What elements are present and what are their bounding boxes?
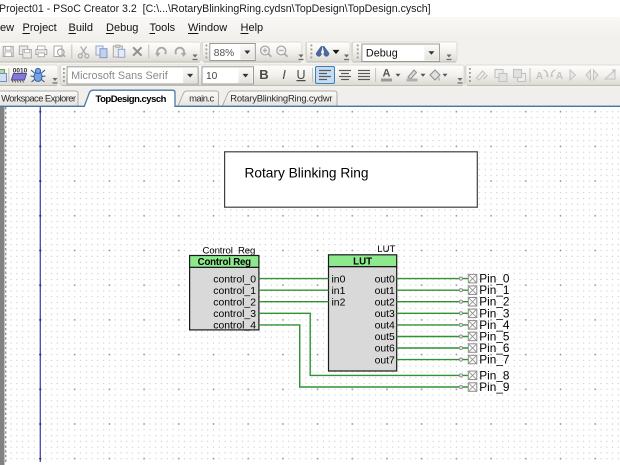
svg-text:out2: out2: [375, 297, 395, 308]
svg-text:Workspace Explorer: Workspace Explorer: [1, 93, 76, 104]
svg-text:B: B: [259, 67, 268, 82]
svg-text:out1: out1: [375, 286, 395, 297]
svg-text:TopDesign.cysch: TopDesign.cysch: [96, 94, 167, 105]
svg-text:out5: out5: [375, 332, 395, 343]
svg-text:control_3: control_3: [213, 309, 256, 320]
svg-text:in1: in1: [332, 286, 346, 297]
svg-text:Control_Reg: Control_Reg: [203, 245, 256, 256]
svg-text:I: I: [282, 67, 286, 82]
svg-text:out6: out6: [375, 344, 395, 355]
svg-text:A: A: [556, 71, 563, 82]
svg-text:main.c: main.c: [189, 93, 214, 104]
svg-text:LUT: LUT: [353, 257, 372, 268]
svg-text:Control Reg: Control Reg: [198, 257, 252, 268]
svg-text:out3: out3: [375, 309, 395, 320]
svg-text:out7: out7: [375, 355, 395, 366]
svg-text:U: U: [296, 68, 305, 82]
svg-text:Debug: Debug: [366, 48, 398, 60]
svg-text:Microsoft Sans Serif: Microsoft Sans Serif: [71, 70, 169, 82]
svg-text:LUT: LUT: [377, 244, 395, 255]
svg-text:control_0: control_0: [213, 274, 256, 285]
svg-text:Pin_9: Pin_9: [479, 380, 509, 394]
svg-text:control_1: control_1: [213, 286, 256, 297]
svg-text:88%: 88%: [214, 48, 234, 59]
svg-text:Pin_7: Pin_7: [479, 353, 509, 367]
svg-text:control_4: control_4: [213, 321, 256, 332]
svg-text:out4: out4: [375, 321, 395, 332]
svg-text:in2: in2: [332, 297, 346, 308]
svg-text:control_2: control_2: [213, 297, 256, 308]
svg-text:A: A: [383, 68, 391, 80]
svg-text:in0: in0: [332, 274, 346, 285]
svg-text:10: 10: [206, 71, 218, 82]
svg-text:RotaryBlinkingRing.cydwr: RotaryBlinkingRing.cydwr: [230, 93, 332, 104]
svg-text:out0: out0: [375, 274, 395, 285]
svg-text:Rotary Blinking Ring: Rotary Blinking Ring: [245, 165, 369, 180]
svg-text:A: A: [536, 71, 543, 82]
